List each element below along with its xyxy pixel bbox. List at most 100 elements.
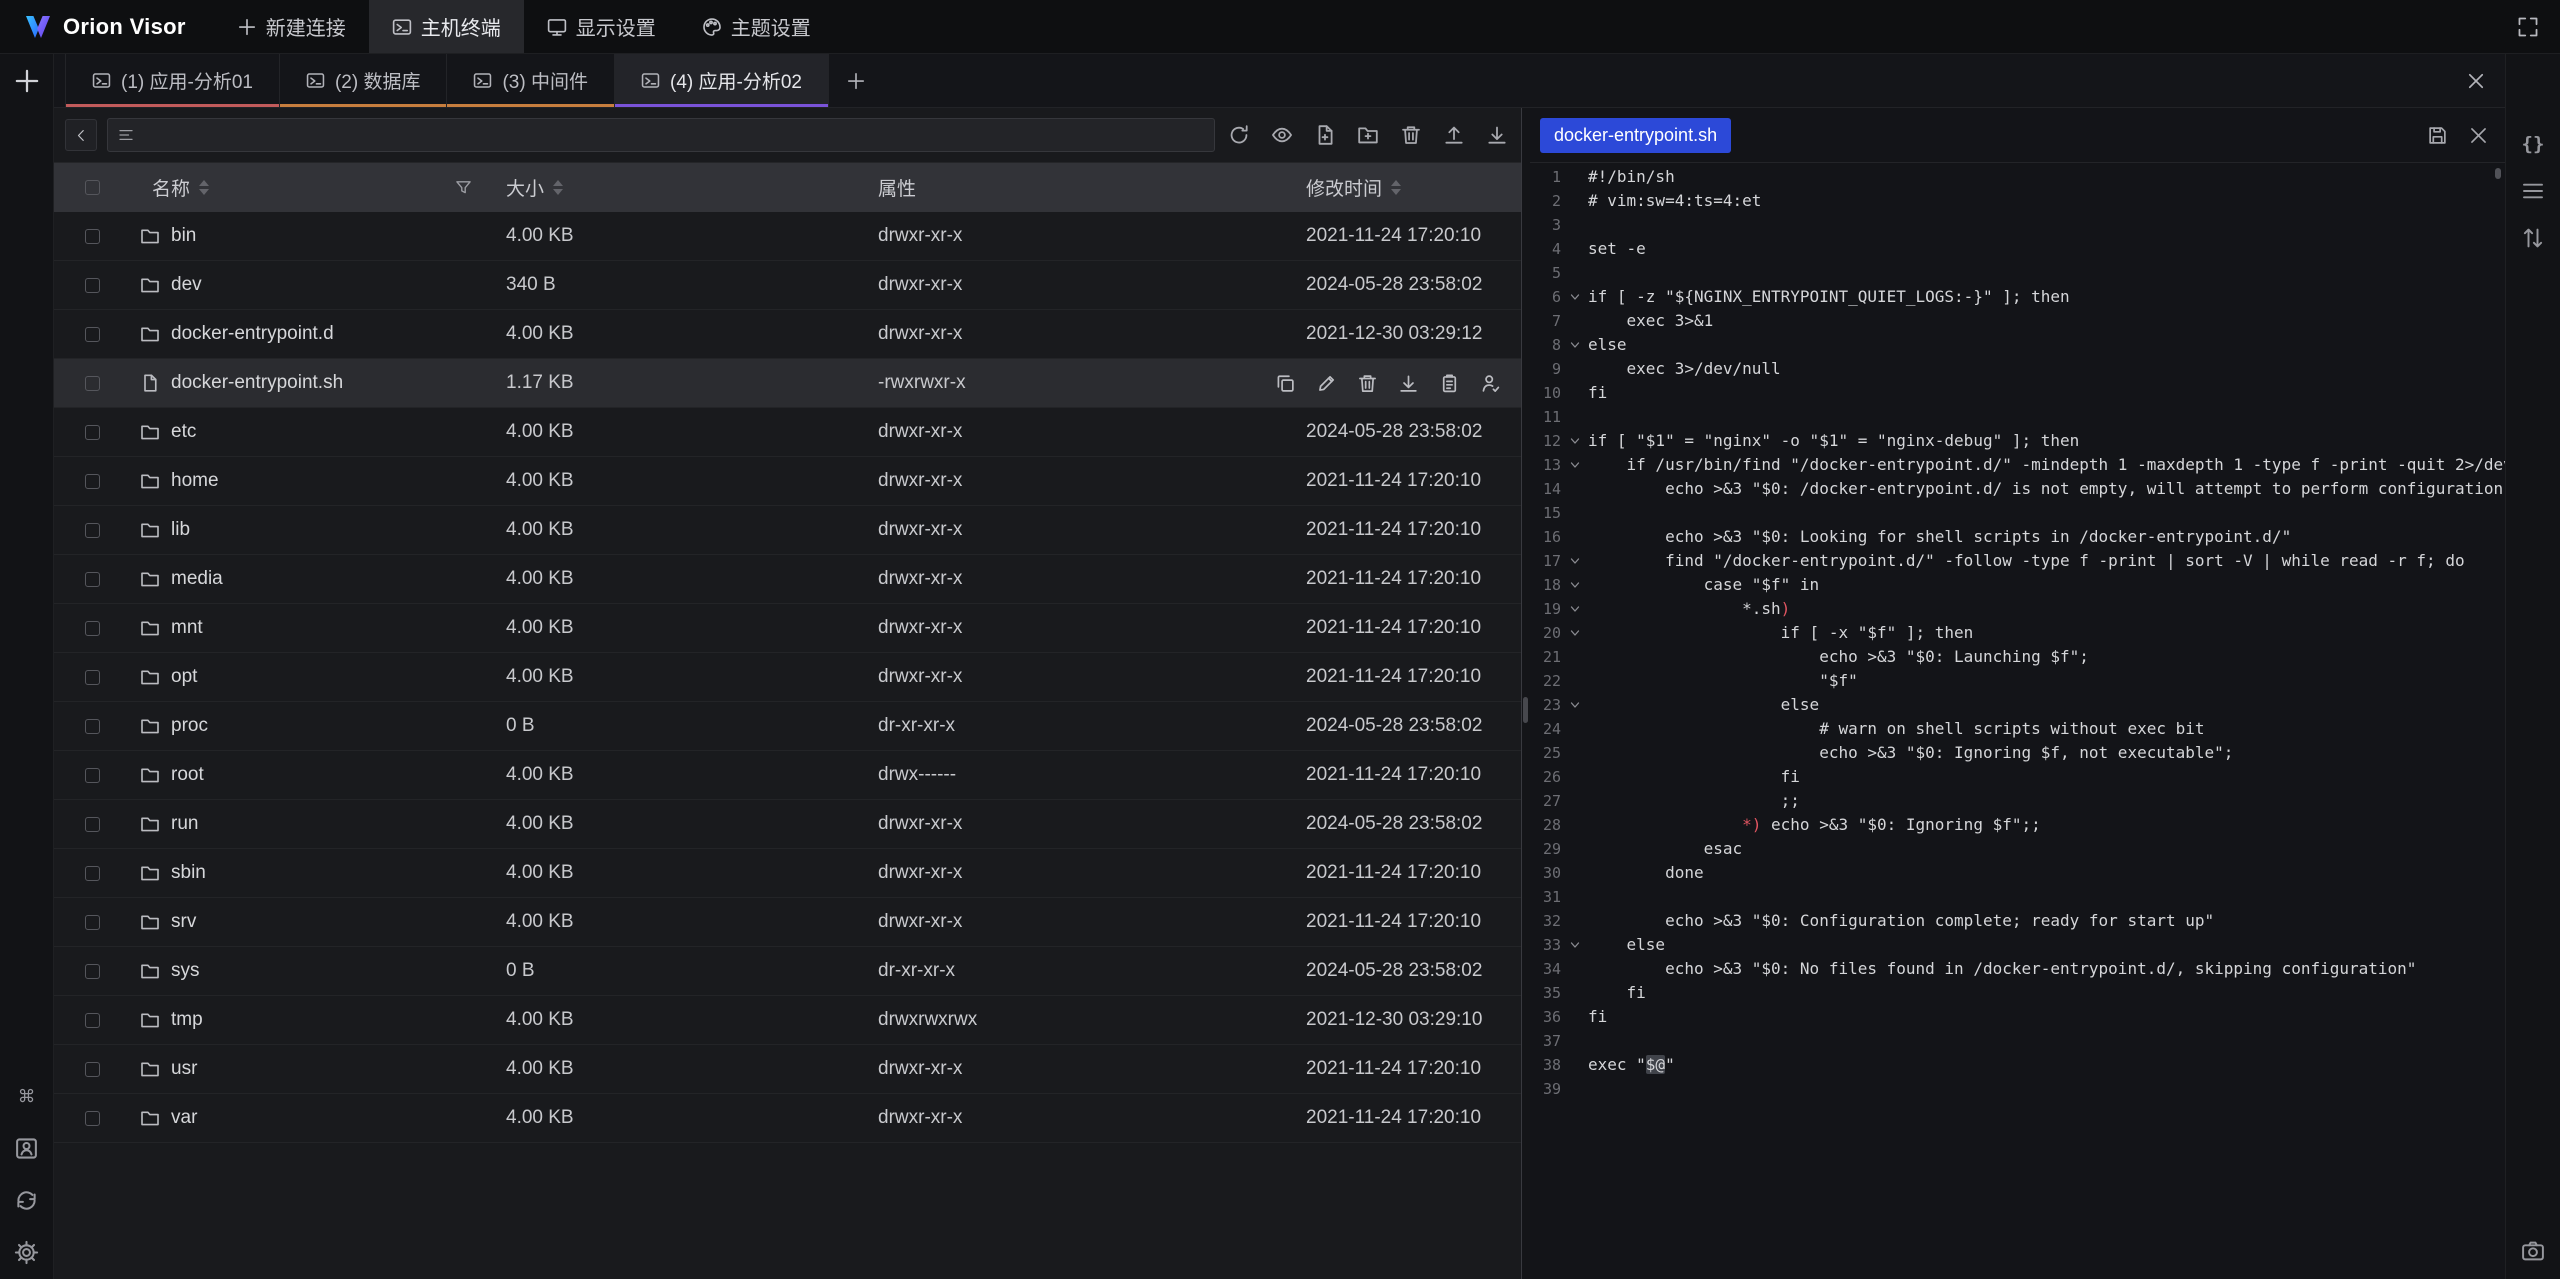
file-row[interactable]: etc4.00 KBdrwxr-xr-x2024-05-28 23:58:02 [54, 408, 1521, 457]
file-row[interactable]: proc0 Bdr-xr-xr-x2024-05-28 23:58:02 [54, 702, 1521, 751]
file-name[interactable]: dev [171, 274, 202, 296]
row-action-copy-icon[interactable] [1275, 373, 1296, 394]
row-checkbox[interactable] [85, 523, 100, 538]
row-checkbox[interactable] [85, 817, 100, 832]
file-name[interactable]: docker-entrypoint.sh [171, 372, 343, 394]
select-all-checkbox[interactable] [85, 180, 100, 195]
file-row[interactable]: docker-entrypoint.sh1.17 KB-rwxrwxr-x [54, 359, 1521, 408]
row-action-grant-icon[interactable] [1480, 373, 1501, 394]
close-editor-icon[interactable] [2468, 125, 2489, 146]
row-checkbox[interactable] [85, 915, 100, 930]
save-icon[interactable] [2427, 125, 2448, 146]
file-row[interactable]: run4.00 KBdrwxr-xr-x2024-05-28 23:58:02 [54, 800, 1521, 849]
row-checkbox[interactable] [85, 474, 100, 489]
command-icon[interactable]: ⌘ [14, 1084, 39, 1109]
file-row[interactable]: sys0 Bdr-xr-xr-x2024-05-28 23:58:02 [54, 947, 1521, 996]
session-tab[interactable]: (2) 数据库 [280, 54, 448, 107]
file-row[interactable]: sbin4.00 KBdrwxr-xr-x2021-11-24 17:20:10 [54, 849, 1521, 898]
splitter-grip-icon[interactable] [1523, 697, 1528, 723]
fold-icon[interactable] [1569, 555, 1581, 567]
eye-icon[interactable] [1271, 124, 1293, 146]
sync-icon[interactable] [14, 1188, 39, 1213]
session-tab[interactable]: (1) 应用-分析01 [65, 54, 280, 107]
folder-plus-icon[interactable] [1357, 124, 1379, 146]
contacts-icon[interactable] [14, 1136, 39, 1161]
fold-icon[interactable] [1569, 579, 1581, 591]
row-action-edit-icon[interactable] [1316, 373, 1337, 394]
file-row[interactable]: docker-entrypoint.d4.00 KBdrwxr-xr-x2021… [54, 310, 1521, 359]
file-name[interactable]: var [171, 1107, 197, 1129]
file-name[interactable]: etc [171, 421, 196, 443]
file-name[interactable]: home [171, 470, 219, 492]
path-tree-icon[interactable] [118, 127, 134, 143]
row-checkbox[interactable] [85, 866, 100, 881]
sort-name-button[interactable] [199, 180, 209, 195]
code-editor[interactable]: 1#!/bin/sh2# vim:sw=4:ts=4:et34set -e56i… [1530, 163, 2505, 1279]
row-checkbox[interactable] [85, 670, 100, 685]
row-action-trash-icon[interactable] [1357, 373, 1378, 394]
sort-mtime-button[interactable] [1391, 180, 1401, 195]
brand[interactable]: Orion Visor [0, 0, 214, 53]
fullscreen-icon[interactable] [2517, 16, 2539, 38]
back-button[interactable] [65, 119, 97, 151]
file-row[interactable]: lib4.00 KBdrwxr-xr-x2021-11-24 17:20:10 [54, 506, 1521, 555]
row-checkbox[interactable] [85, 1062, 100, 1077]
trash-icon[interactable] [1400, 124, 1422, 146]
file-name[interactable]: mnt [171, 617, 203, 639]
file-name[interactable]: bin [171, 225, 196, 247]
upload-icon[interactable] [1443, 124, 1465, 146]
row-checkbox[interactable] [85, 425, 100, 440]
row-checkbox[interactable] [85, 327, 100, 342]
fold-icon[interactable] [1569, 939, 1581, 951]
file-name[interactable]: docker-entrypoint.d [171, 323, 334, 345]
file-row[interactable]: srv4.00 KBdrwxr-xr-x2021-11-24 17:20:10 [54, 898, 1521, 947]
row-checkbox[interactable] [85, 1013, 100, 1028]
nav-theme-settings[interactable]: 主题设置 [679, 0, 834, 53]
session-tab[interactable]: (4) 应用-分析02 [615, 54, 829, 107]
gear-icon[interactable] [14, 1240, 39, 1265]
row-checkbox[interactable] [85, 768, 100, 783]
fold-icon[interactable] [1569, 627, 1581, 639]
file-row[interactable]: root4.00 KBdrwx------2021-11-24 17:20:10 [54, 751, 1521, 800]
file-name[interactable]: opt [171, 666, 197, 688]
file-name[interactable]: srv [171, 911, 196, 933]
file-row[interactable]: opt4.00 KBdrwxr-xr-x2021-11-24 17:20:10 [54, 653, 1521, 702]
file-name[interactable]: lib [171, 519, 190, 541]
list-icon[interactable] [2521, 179, 2545, 203]
nav-host-terminal[interactable]: 主机终端 [369, 0, 524, 53]
file-name[interactable]: run [171, 813, 198, 835]
swap-icon[interactable] [2521, 226, 2545, 250]
nav-display-settings[interactable]: 显示设置 [524, 0, 679, 53]
file-name[interactable]: sys [171, 960, 200, 982]
fold-icon[interactable] [1569, 291, 1581, 303]
camera-icon[interactable] [2521, 1239, 2545, 1263]
row-checkbox[interactable] [85, 572, 100, 587]
fold-icon[interactable] [1569, 699, 1581, 711]
file-row[interactable]: var4.00 KBdrwxr-xr-x2021-11-24 17:20:10 [54, 1094, 1521, 1143]
file-row[interactable]: dev340 Bdrwxr-xr-x2024-05-28 23:58:02 [54, 261, 1521, 310]
file-name[interactable]: proc [171, 715, 208, 737]
row-action-clipboard-icon[interactable] [1439, 373, 1460, 394]
nav-new-connection[interactable]: 新建连接 [214, 0, 369, 53]
row-action-download-icon[interactable] [1398, 373, 1419, 394]
file-name[interactable]: root [171, 764, 204, 786]
close-panel-button[interactable] [2447, 54, 2505, 107]
row-checkbox[interactable] [85, 719, 100, 734]
braces-icon[interactable]: {} [2521, 132, 2545, 156]
download-icon[interactable] [1486, 124, 1508, 146]
refresh-icon[interactable] [1228, 124, 1250, 146]
file-name[interactable]: media [171, 568, 223, 590]
session-tab[interactable]: (3) 中间件 [447, 54, 615, 107]
row-checkbox[interactable] [85, 964, 100, 979]
file-row[interactable]: usr4.00 KBdrwxr-xr-x2021-11-24 17:20:10 [54, 1045, 1521, 1094]
path-input[interactable] [143, 125, 1204, 146]
file-row[interactable]: tmp4.00 KBdrwxrwxrwx2021-12-30 03:29:10 [54, 996, 1521, 1045]
sort-size-button[interactable] [553, 180, 563, 195]
fold-icon[interactable] [1569, 603, 1581, 615]
row-checkbox[interactable] [85, 229, 100, 244]
rail-add-button[interactable] [13, 67, 41, 95]
row-checkbox[interactable] [85, 621, 100, 636]
row-checkbox[interactable] [85, 376, 100, 391]
file-name[interactable]: tmp [171, 1009, 203, 1031]
file-row[interactable]: bin4.00 KBdrwxr-xr-x2021-11-24 17:20:10 [54, 212, 1521, 261]
